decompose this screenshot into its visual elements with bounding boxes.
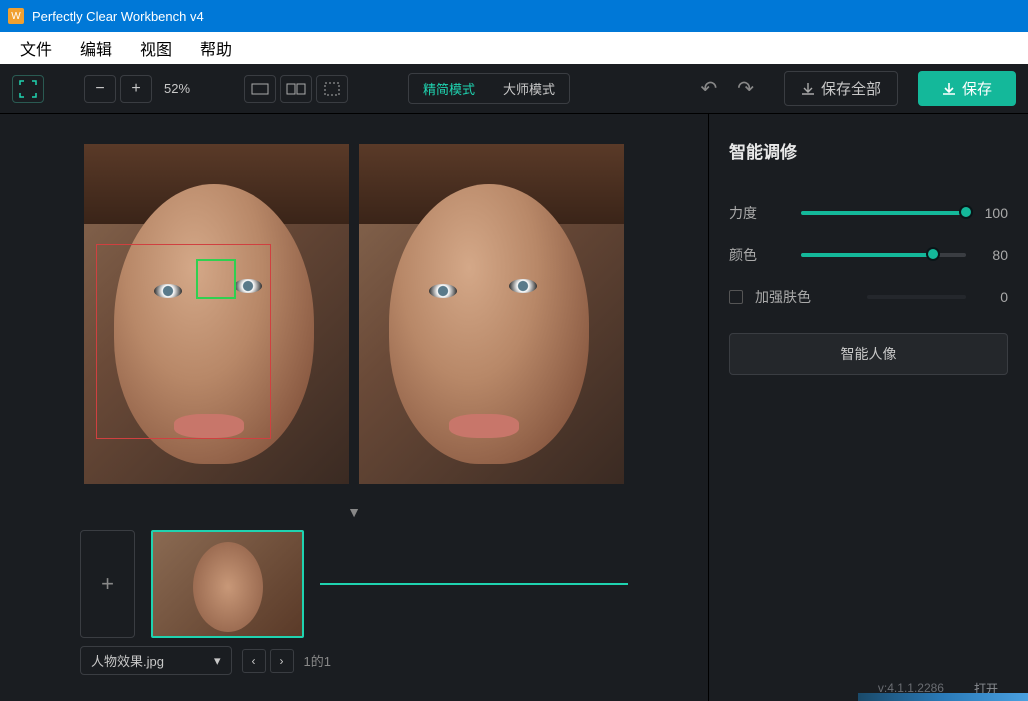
color-value: 80 bbox=[978, 247, 1008, 263]
titlebar: W Perfectly Clear Workbench v4 bbox=[0, 0, 1028, 32]
save-all-label: 保存全部 bbox=[821, 78, 881, 99]
menu-file[interactable]: 文件 bbox=[8, 32, 64, 64]
panel-title: 智能调修 bbox=[729, 138, 1008, 163]
menu-view[interactable]: 视图 bbox=[128, 32, 184, 64]
filmstrip: + bbox=[0, 520, 708, 638]
layout-group bbox=[244, 75, 348, 103]
enhance-skin-value: 0 bbox=[978, 289, 1008, 305]
status-gradient bbox=[858, 693, 1028, 701]
app-logo-icon: W bbox=[8, 8, 24, 24]
single-view-button[interactable] bbox=[244, 75, 276, 103]
zoom-in-button[interactable]: + bbox=[120, 75, 152, 103]
crop-view-button[interactable] bbox=[316, 75, 348, 103]
collapse-filmstrip-icon[interactable]: ▼ bbox=[0, 504, 708, 520]
tab-master-mode[interactable]: 大师模式 bbox=[489, 74, 569, 103]
viewer-area: ▼ + 人物效果.jpg ▾ ‹ › 1的1 bbox=[0, 114, 708, 701]
intensity-slider[interactable] bbox=[801, 211, 966, 215]
current-filename: 人物效果.jpg bbox=[91, 651, 164, 670]
tab-simple-mode[interactable]: 精简模式 bbox=[409, 74, 489, 103]
face-detection-box bbox=[96, 244, 271, 439]
enhance-skin-slider bbox=[867, 295, 967, 299]
save-all-button[interactable]: 保存全部 bbox=[784, 71, 898, 106]
intensity-value: 100 bbox=[978, 205, 1008, 221]
fit-screen-button[interactable] bbox=[12, 75, 44, 103]
thumbnail-selected[interactable] bbox=[151, 530, 304, 638]
save-button[interactable]: 保存 bbox=[918, 71, 1016, 106]
eye-detection-box bbox=[196, 259, 236, 299]
menubar: 文件 编辑 视图 帮助 bbox=[0, 32, 1028, 64]
zoom-group: − + 52% bbox=[84, 75, 204, 103]
before-image[interactable] bbox=[84, 144, 349, 484]
enhance-skin-checkbox[interactable] bbox=[729, 290, 743, 304]
file-select-dropdown[interactable]: 人物效果.jpg ▾ bbox=[80, 646, 232, 675]
page-indicator: 1的1 bbox=[304, 651, 331, 670]
enhance-skin-label: 加强肤色 bbox=[755, 287, 855, 307]
chevron-down-icon: ▾ bbox=[214, 653, 221, 669]
zoom-out-button[interactable]: − bbox=[84, 75, 116, 103]
mode-tabs: 精简模式 大师模式 bbox=[408, 73, 570, 104]
menu-edit[interactable]: 编辑 bbox=[68, 32, 124, 64]
prev-file-button[interactable]: ‹ bbox=[242, 649, 266, 673]
save-label: 保存 bbox=[962, 78, 992, 99]
split-view-button[interactable] bbox=[280, 75, 312, 103]
menu-help[interactable]: 帮助 bbox=[188, 32, 244, 64]
intensity-label: 力度 bbox=[729, 203, 789, 223]
color-slider[interactable] bbox=[801, 253, 966, 257]
filmstrip-track bbox=[320, 583, 628, 585]
adjustments-panel: 智能调修 力度 100 颜色 80 加强肤色 0 智能人像 bbox=[708, 114, 1028, 701]
add-image-button[interactable]: + bbox=[80, 530, 135, 638]
window-title: Perfectly Clear Workbench v4 bbox=[32, 9, 204, 24]
zoom-value: 52% bbox=[164, 81, 204, 96]
after-image[interactable] bbox=[359, 144, 624, 484]
redo-button[interactable]: ↷ bbox=[737, 76, 754, 101]
smart-portrait-button[interactable]: 智能人像 bbox=[729, 333, 1008, 375]
next-file-button[interactable]: › bbox=[270, 649, 294, 673]
color-label: 颜色 bbox=[729, 245, 789, 265]
undo-button[interactable]: ↶ bbox=[700, 76, 717, 101]
toolbar: − + 52% 精简模式 大师模式 ↶ ↷ 保存全部 保存 bbox=[0, 64, 1028, 114]
statusbar: v:4.1.1.2286 打开 bbox=[0, 675, 1028, 701]
